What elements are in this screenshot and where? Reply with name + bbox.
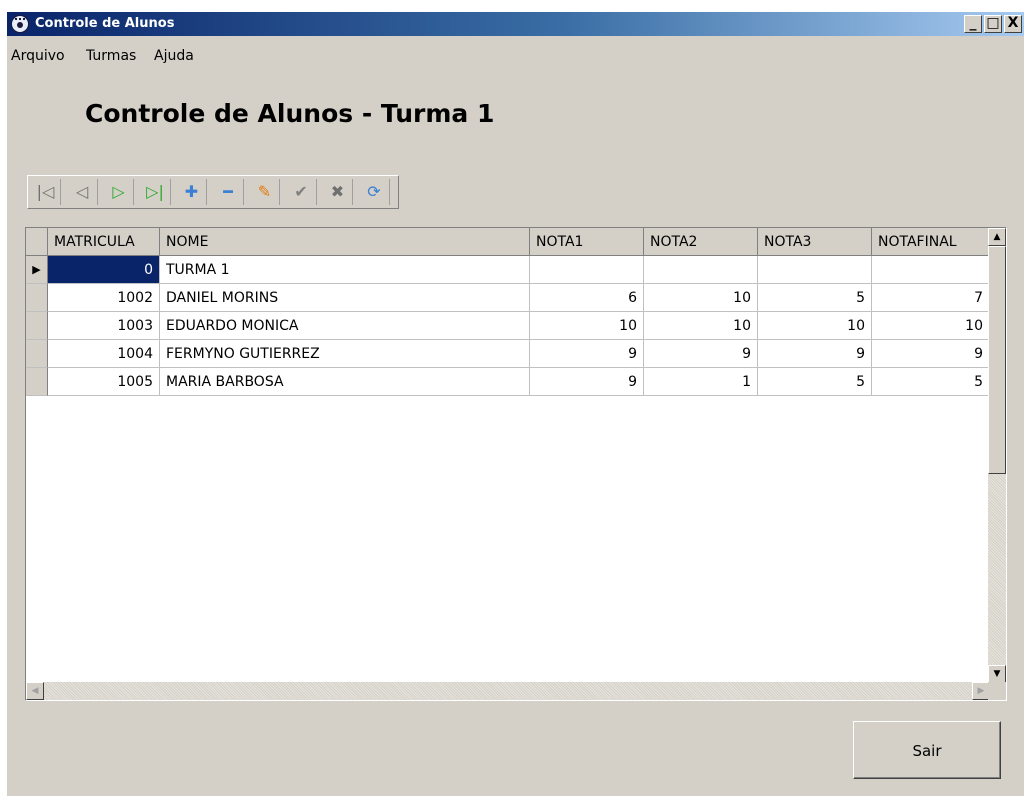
menu-ajuda[interactable]: Ajuda xyxy=(154,48,194,64)
scroll-down-button[interactable]: ▼ xyxy=(988,665,1006,683)
window-title: Controle de Alunos xyxy=(35,16,175,31)
cancel-button[interactable]: ✖ xyxy=(323,179,353,205)
refresh-button[interactable]: ⟳ xyxy=(360,179,390,205)
cell-nota2[interactable]: 10 xyxy=(644,312,758,340)
menu-bar: Arquivo Turmas Ajuda xyxy=(7,37,1024,64)
scrollbar-corner xyxy=(988,682,1006,700)
prior-record-icon: ◁ xyxy=(75,182,89,201)
cell-nota3[interactable] xyxy=(758,256,872,284)
cell-nota2[interactable]: 1 xyxy=(644,368,758,396)
table-row[interactable]: ▶ 0 TURMA 1 xyxy=(26,256,990,284)
edit-icon: ✎ xyxy=(257,182,272,201)
app-window: Controle de Alunos _ □ X Arquivo Turmas … xyxy=(6,12,1024,796)
title-bar[interactable]: Controle de Alunos _ □ X xyxy=(7,12,1024,36)
cell-nota3[interactable]: 5 xyxy=(758,368,872,396)
delete-icon: ━ xyxy=(223,182,233,201)
cell-nome[interactable]: EDUARDO MONICA xyxy=(160,312,530,340)
cell-nota3[interactable]: 9 xyxy=(758,340,872,368)
students-grid[interactable]: MATRICULA NOME NOTA1 NOTA2 NOTA3 NOTAFINAL ▶ 0 T… xyxy=(25,227,1007,701)
cell-nota1[interactable]: 6 xyxy=(530,284,644,312)
table-row[interactable]: 1005 MARIA BARBOSA 9 1 5 5 xyxy=(26,368,990,396)
cell-nota2[interactable] xyxy=(644,256,758,284)
grid-header: MATRICULA NOME NOTA1 NOTA2 NOTA3 NOTAFINAL xyxy=(26,228,990,256)
exit-button[interactable]: Sair xyxy=(853,721,1001,779)
column-header-nome[interactable]: NOME xyxy=(160,228,530,256)
cell-matricula[interactable]: 1002 xyxy=(48,284,160,312)
cell-nota1[interactable]: 10 xyxy=(530,312,644,340)
horizontal-scrollbar[interactable]: ◀ ▶ xyxy=(26,682,990,700)
insert-button[interactable]: ✚ xyxy=(177,179,207,205)
post-icon: ✔ xyxy=(294,182,308,201)
edit-button[interactable]: ✎ xyxy=(250,179,280,205)
cell-nota2[interactable]: 9 xyxy=(644,340,758,368)
cell-notafinal[interactable] xyxy=(872,256,990,284)
cell-notafinal[interactable]: 9 xyxy=(872,340,990,368)
insert-icon: ✚ xyxy=(184,182,199,201)
scroll-up-button[interactable]: ▲ xyxy=(988,228,1006,246)
column-header-nota2[interactable]: NOTA2 xyxy=(644,228,758,256)
cell-notafinal[interactable]: 5 xyxy=(872,368,990,396)
cell-nota1[interactable] xyxy=(530,256,644,284)
app-icon xyxy=(11,15,29,33)
last-record-icon: ▷| xyxy=(146,182,164,201)
cell-nota1[interactable]: 9 xyxy=(530,368,644,396)
header-indicator xyxy=(26,228,48,256)
cell-matricula[interactable]: 1004 xyxy=(48,340,160,368)
cell-nome[interactable]: DANIEL MORINS xyxy=(160,284,530,312)
table-row[interactable]: 1004 FERMYNO GUTIERREZ 9 9 9 9 xyxy=(26,340,990,368)
column-header-matricula[interactable]: MATRICULA xyxy=(48,228,160,256)
column-header-notafinal[interactable]: NOTAFINAL xyxy=(872,228,990,256)
cell-matricula[interactable]: 1005 xyxy=(48,368,160,396)
cell-nota1[interactable]: 9 xyxy=(530,340,644,368)
row-indicator[interactable] xyxy=(26,312,48,340)
db-navigator-toolbar: |◁ ◁ ▷ ▷| ✚ ━ ✎ ✔ ✖ ⟳ xyxy=(27,175,399,209)
cell-nome[interactable]: FERMYNO GUTIERREZ xyxy=(160,340,530,368)
cell-nome[interactable]: MARIA BARBOSA xyxy=(160,368,530,396)
table-row[interactable]: 1003 EDUARDO MONICA 10 10 10 10 xyxy=(26,312,990,340)
column-header-nota3[interactable]: NOTA3 xyxy=(758,228,872,256)
post-button[interactable]: ✔ xyxy=(287,179,317,205)
cell-notafinal[interactable]: 10 xyxy=(872,312,990,340)
minimize-button[interactable]: _ xyxy=(964,15,982,33)
first-record-icon: |◁ xyxy=(36,182,55,201)
cell-nota3[interactable]: 5 xyxy=(758,284,872,312)
page-title: Controle de Alunos - Turma 1 xyxy=(85,99,495,128)
cell-matricula[interactable]: 1003 xyxy=(48,312,160,340)
menu-arquivo[interactable]: Arquivo xyxy=(11,48,65,64)
cell-notafinal[interactable]: 7 xyxy=(872,284,990,312)
first-record-button[interactable]: |◁ xyxy=(31,179,61,205)
close-button[interactable]: X xyxy=(1004,15,1022,33)
vertical-scroll-thumb[interactable] xyxy=(988,246,1006,474)
cancel-icon: ✖ xyxy=(330,182,345,201)
vertical-scrollbar[interactable]: ▲ ▼ xyxy=(988,228,1006,683)
column-header-nota1[interactable]: NOTA1 xyxy=(530,228,644,256)
next-record-icon: ▷ xyxy=(112,182,125,201)
table-row[interactable]: 1002 DANIEL MORINS 6 10 5 7 xyxy=(26,284,990,312)
row-indicator[interactable] xyxy=(26,340,48,368)
prior-record-button[interactable]: ◁ xyxy=(68,179,98,205)
row-indicator[interactable] xyxy=(26,368,48,396)
row-indicator[interactable] xyxy=(26,284,48,312)
cell-nota3[interactable]: 10 xyxy=(758,312,872,340)
menu-turmas[interactable]: Turmas xyxy=(86,48,136,64)
current-row-indicator[interactable]: ▶ xyxy=(26,256,48,284)
next-record-button[interactable]: ▷ xyxy=(104,179,134,205)
cell-nome[interactable]: TURMA 1 xyxy=(160,256,530,284)
refresh-icon: ⟳ xyxy=(367,182,381,201)
scroll-left-button[interactable]: ◀ xyxy=(26,682,44,700)
delete-button[interactable]: ━ xyxy=(214,179,244,205)
last-record-button[interactable]: ▷| xyxy=(141,179,171,205)
cell-matricula[interactable]: 0 xyxy=(48,256,160,284)
maximize-button[interactable]: □ xyxy=(984,15,1002,33)
cell-nota2[interactable]: 10 xyxy=(644,284,758,312)
